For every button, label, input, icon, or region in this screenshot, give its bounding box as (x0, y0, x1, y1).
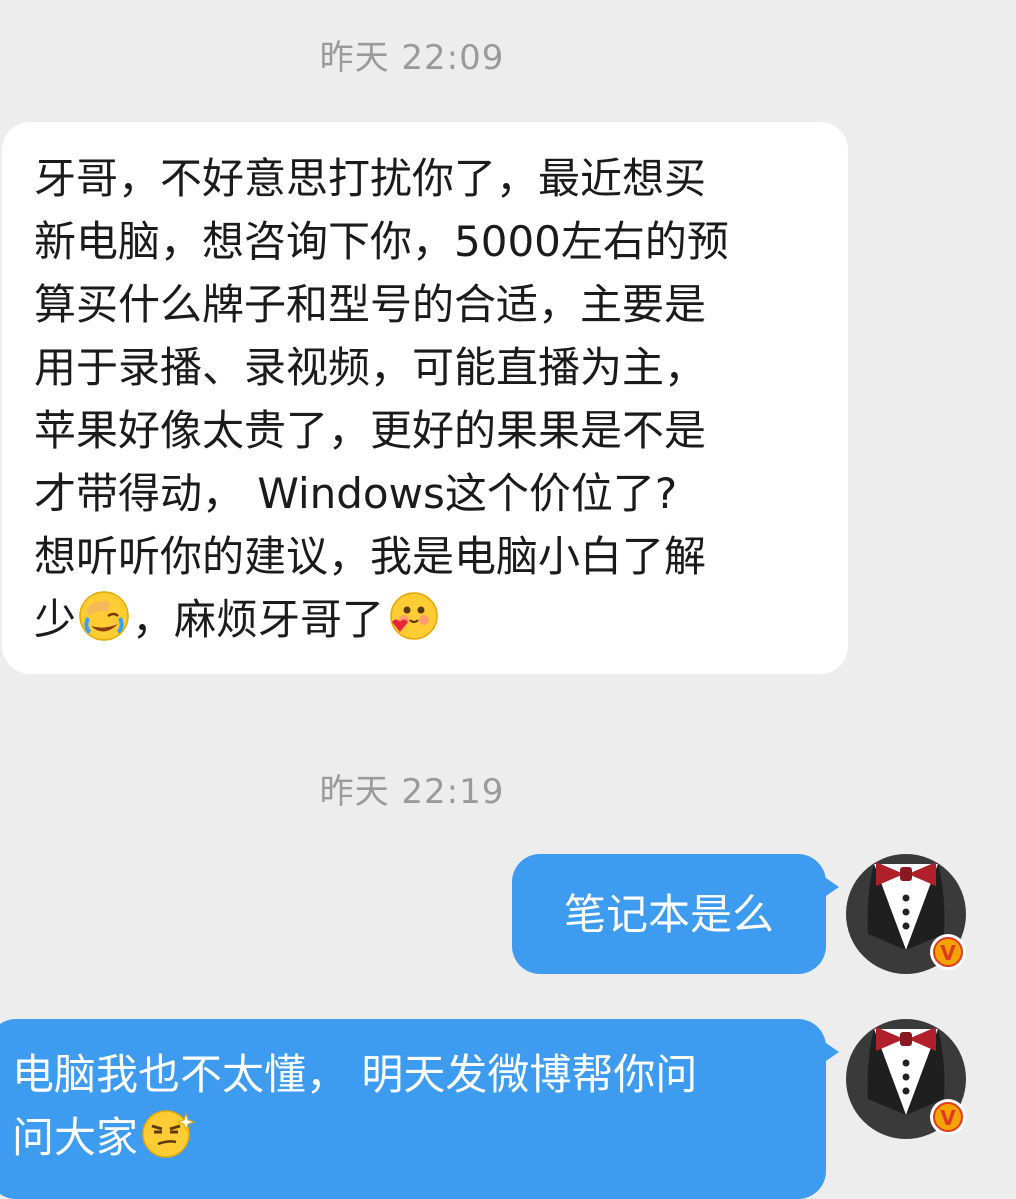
message-line: 苹果好像太贵了，更好的果果是不是 (34, 406, 707, 455)
verified-badge-label: V (940, 1106, 956, 1130)
message-text: 问大家 (12, 1113, 139, 1162)
facepalm-laugh-emoji-icon (78, 590, 130, 659)
message-line-last: 问大家 (12, 1106, 806, 1177)
message-text: 少 (34, 595, 77, 644)
message-text: 笔记本是么 (563, 889, 774, 939)
tuxedo-avatar-icon: V (846, 1019, 966, 1139)
timestamp-2: 昨天 22:19 (319, 772, 505, 812)
avatar[interactable]: V (846, 1019, 974, 1147)
message-line-last: 少 ，麻烦牙哥了 (34, 588, 828, 659)
verified-badge-label: V (940, 941, 956, 965)
message-line: 牙哥，不好意思打扰你了，最近想买 (34, 154, 707, 203)
timestamp-1: 昨天 22:09 (319, 38, 505, 78)
message-line: 用于录播、录视频，可能直播为主， (34, 343, 707, 392)
outgoing-message-bubble[interactable]: 电脑我也不太懂， 明天发微博帮你问 问大家 (0, 1019, 839, 1199)
incoming-message-bubble[interactable]: 牙哥，不好意思打扰你了，最近想买 新电脑，想咨询下你，5000左右的预 算买什么… (2, 122, 848, 674)
message-text: ，麻烦牙哥了 (132, 595, 385, 644)
shy-blush-emoji-icon (386, 590, 438, 659)
message-line: 新电脑，想咨询下你，5000左右的预 (34, 217, 729, 266)
avatar[interactable]: V (846, 854, 974, 982)
message-line: 算买什么牌子和型号的合适，主要是 (34, 280, 707, 329)
tuxedo-avatar-icon: V (846, 854, 966, 974)
smirk-sparkle-emoji-icon (140, 1108, 196, 1177)
message-line: 才带得动， Windows这个价位了? (34, 469, 678, 518)
message-line: 想听听你的建议，我是电脑小白了解 (34, 532, 707, 581)
outgoing-message-bubble[interactable]: 笔记本是么 (512, 854, 839, 974)
message-line: 电脑我也不太懂， 明天发微博帮你问 (12, 1050, 698, 1099)
